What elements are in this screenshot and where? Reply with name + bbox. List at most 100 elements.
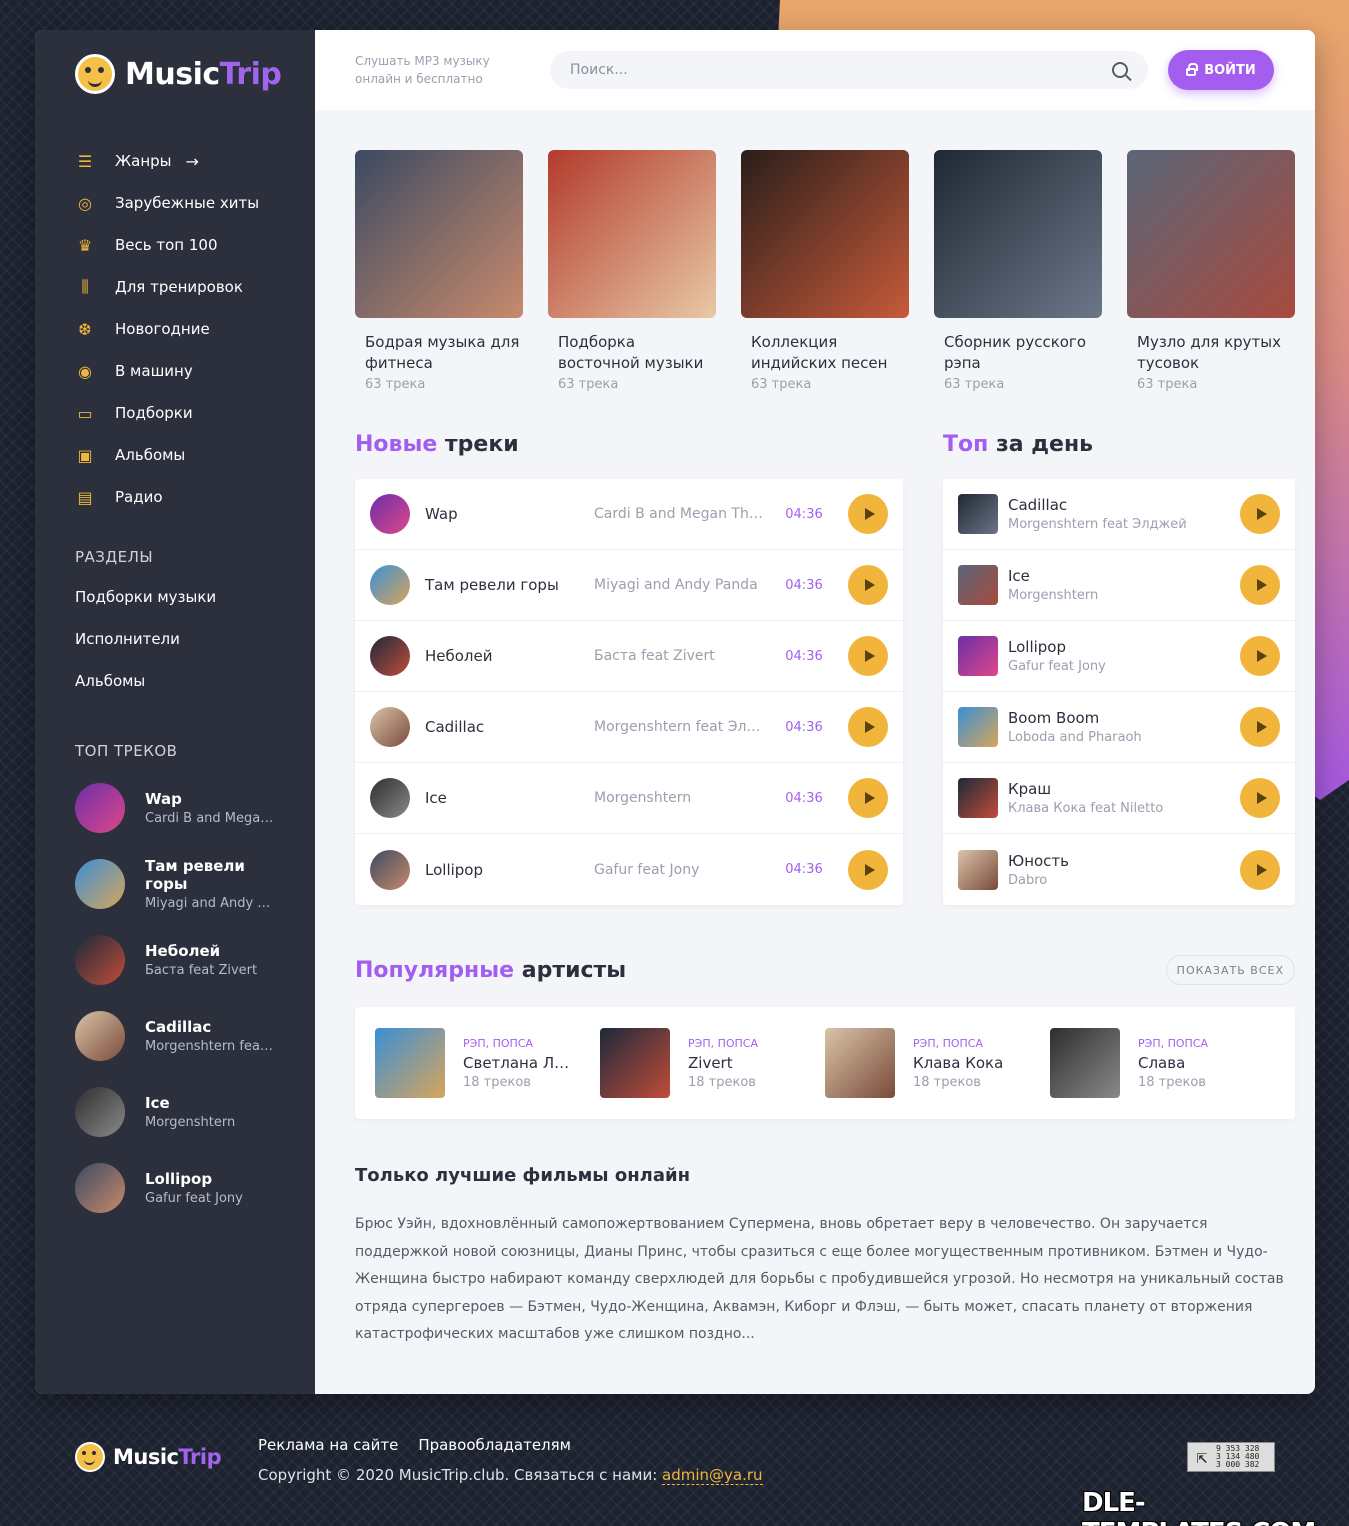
track-row[interactable]: Юность Dabro: [943, 834, 1295, 905]
top-track-item[interactable]: Там ревели горы Miyagi and Andy Panda: [75, 846, 275, 922]
track-row[interactable]: WapCardi B and Megan Thee Stallion 04:36: [355, 479, 903, 550]
track-title[interactable]: Boom Boom: [1008, 709, 1142, 727]
collection-card[interactable]: Коллекция индийских песен 63 трека: [741, 150, 909, 392]
track-artist[interactable]: Morgenshtern: [594, 790, 769, 806]
collection-image[interactable]: [934, 150, 1102, 318]
collection-title[interactable]: Подборка восточной музыки: [548, 332, 716, 374]
collection-card[interactable]: Бодрая музыка для фитнеса 63 трека: [355, 150, 523, 392]
track-row[interactable]: Краш Клава Кока feat Niletto: [943, 763, 1295, 834]
track-title[interactable]: Lollipop: [1008, 638, 1106, 656]
track-row[interactable]: Ice Morgenshtern 04:36: [355, 763, 903, 834]
track-title[interactable]: Краш: [1008, 780, 1163, 798]
footer-link-rights[interactable]: Правообладателям: [418, 1436, 571, 1454]
artist-card[interactable]: РЭП, ПОПСА Клава Кока 18 треков: [825, 1027, 1050, 1099]
artist-photo[interactable]: [1050, 1028, 1120, 1098]
top-track-item[interactable]: Неболей Баста feat Zivert: [75, 922, 275, 998]
footer-link-ads[interactable]: Реклама на сайте: [258, 1436, 398, 1454]
show-all-button[interactable]: ПОКАЗАТЬ ВСЕХ: [1165, 955, 1295, 985]
collection-title[interactable]: Сборник русского рэпа: [934, 332, 1102, 374]
collection-card[interactable]: Сборник русского рэпа 63 трека: [934, 150, 1102, 392]
track-title[interactable]: Cadillac: [425, 718, 594, 736]
artist-genre[interactable]: РЭП, ПОПСА: [913, 1037, 1028, 1050]
track-row[interactable]: Cadillac Morgenshtern feat Элджей: [943, 479, 1295, 550]
artist-genre[interactable]: РЭП, ПОПСА: [463, 1037, 578, 1050]
play-button[interactable]: [1240, 707, 1280, 747]
play-button[interactable]: [1240, 494, 1280, 534]
top-track-item[interactable]: Ice Morgenshtern: [75, 1074, 275, 1150]
visit-counter[interactable]: ⇱ 9 353 328 3 134 480 3 000 382: [1187, 1442, 1275, 1472]
footer-logo[interactable]: MusicTrip: [75, 1442, 222, 1472]
track-row[interactable]: Lollipop Gafur feat Jony: [943, 621, 1295, 692]
collection-title[interactable]: Бодрая музыка для фитнеса: [355, 332, 523, 374]
section-link[interactable]: Подборки музыки: [75, 576, 275, 618]
nav-item[interactable]: ♛ Весь топ 100: [75, 224, 275, 266]
artist-photo[interactable]: [825, 1028, 895, 1098]
collection-title[interactable]: Коллекция индийских песен: [741, 332, 909, 374]
nav-item[interactable]: ◎ Зарубежные хиты: [75, 182, 275, 224]
collection-image[interactable]: [355, 150, 523, 318]
top-track-item[interactable]: Cadillac Morgenshtern feat Элджей: [75, 998, 275, 1074]
track-artist[interactable]: Клава Кока feat Niletto: [1008, 801, 1163, 816]
track-title[interactable]: Ice: [425, 789, 594, 807]
collection-image[interactable]: [1127, 150, 1295, 318]
nav-item[interactable]: ☰ Жанры →: [75, 140, 275, 182]
artist-card[interactable]: РЭП, ПОПСА Светлана Лобода 18 треков: [375, 1027, 600, 1099]
track-row[interactable]: Lollipop Gafur feat Jony 04:36: [355, 834, 903, 905]
search-icon[interactable]: [1112, 62, 1128, 78]
collection-image[interactable]: [741, 150, 909, 318]
nav-item[interactable]: ▭ Подборки: [75, 392, 275, 434]
track-row[interactable]: Cadillac Morgenshtern feat Элджей 04:36: [355, 692, 903, 763]
section-link[interactable]: Альбомы: [75, 660, 275, 702]
nav-item[interactable]: ❆ Новогодние: [75, 308, 275, 350]
track-artist[interactable]: Gafur feat Jony: [594, 862, 769, 878]
collection-card[interactable]: Музло для крутых тусовок 63 трека: [1127, 150, 1295, 392]
artist-card[interactable]: РЭП, ПОПСА Zivert 18 треков: [600, 1027, 825, 1099]
track-row[interactable]: Ice Morgenshtern: [943, 550, 1295, 621]
track-artist[interactable]: Morgenshtern feat Элджей: [594, 719, 769, 735]
track-title[interactable]: Там ревели горы: [425, 576, 594, 594]
track-artist[interactable]: Miyagi and Andy Panda: [594, 577, 769, 593]
track-artist[interactable]: Loboda and Pharaoh: [1008, 730, 1142, 745]
track-title[interactable]: Cadillac: [1008, 496, 1187, 514]
top-track-item[interactable]: Lollipop Gafur feat Jony: [75, 1150, 275, 1226]
section-link[interactable]: Исполнители: [75, 618, 275, 660]
nav-item[interactable]: ◉ В машину: [75, 350, 275, 392]
nav-item[interactable]: ▣ Альбомы: [75, 434, 275, 476]
track-row[interactable]: Там ревели горы Miyagi and Andy Panda 04:3…: [355, 550, 903, 621]
collection-image[interactable]: [548, 150, 716, 318]
play-button[interactable]: [848, 636, 888, 676]
track-title[interactable]: Неболей: [425, 647, 594, 665]
top-track-item[interactable]: Wap Cardi B and Megan Thee Stallion: [75, 770, 275, 846]
play-button[interactable]: [848, 707, 888, 747]
nav-item[interactable]: ⫼ Для тренировок: [75, 266, 275, 308]
logo[interactable]: MusicTrip: [75, 30, 282, 110]
search-input[interactable]: Поиск...: [550, 51, 1148, 89]
artist-name[interactable]: Светлана Лобода: [463, 1054, 578, 1072]
artist-name[interactable]: Клава Кока: [913, 1054, 1028, 1072]
play-button[interactable]: [848, 849, 888, 890]
track-title[interactable]: Lollipop: [425, 861, 594, 879]
play-button[interactable]: [1240, 636, 1280, 676]
artist-name[interactable]: Слава: [1138, 1054, 1253, 1072]
artist-photo[interactable]: [375, 1028, 445, 1098]
track-artist[interactable]: Morgenshtern: [1008, 588, 1098, 603]
artist-genre[interactable]: РЭП, ПОПСА: [1138, 1037, 1253, 1050]
artist-genre[interactable]: РЭП, ПОПСА: [688, 1037, 803, 1050]
email-link[interactable]: admin@ya.ru: [662, 1466, 763, 1485]
play-button[interactable]: [1240, 849, 1280, 890]
track-title[interactable]: Юность: [1008, 852, 1069, 870]
track-title[interactable]: Ice: [1008, 567, 1098, 585]
track-artist[interactable]: Dabro: [1008, 873, 1069, 888]
artist-card[interactable]: РЭП, ПОПСА Слава 18 треков: [1050, 1027, 1275, 1099]
play-button[interactable]: [848, 778, 888, 818]
play-button[interactable]: [1240, 565, 1280, 605]
collection-card[interactable]: Подборка восточной музыки 63 трека: [548, 150, 716, 392]
login-button[interactable]: ВОЙТИ: [1168, 50, 1274, 90]
play-button[interactable]: [1240, 778, 1280, 818]
track-artist[interactable]: Morgenshtern feat Элджей: [1008, 517, 1187, 532]
track-row[interactable]: Неболей Баста feat Zivert 04:36: [355, 621, 903, 692]
play-button[interactable]: [848, 565, 888, 605]
artist-name[interactable]: Zivert: [688, 1054, 803, 1072]
track-artist[interactable]: Баста feat Zivert: [594, 648, 769, 664]
artist-photo[interactable]: [600, 1028, 670, 1098]
